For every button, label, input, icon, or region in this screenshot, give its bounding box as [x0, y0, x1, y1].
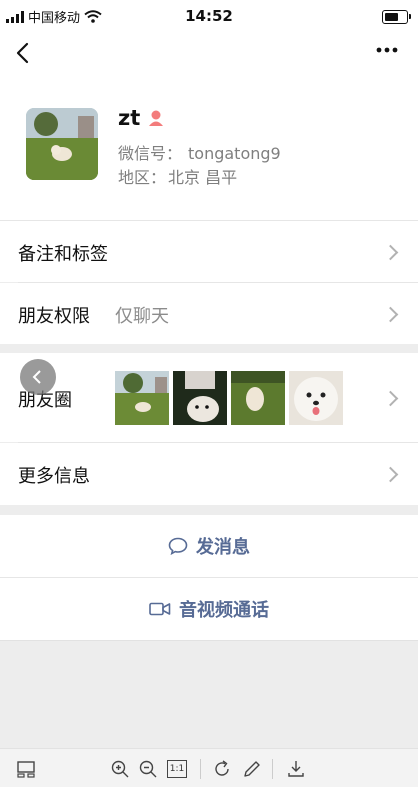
moments-row[interactable]: 朋友圈 [0, 353, 418, 442]
battery-level [385, 13, 398, 21]
friend-permission-value: 仅聊天 [115, 306, 169, 327]
chevron-right-icon [382, 390, 399, 407]
divider [0, 640, 418, 641]
pen-icon[interactable] [242, 759, 262, 779]
zoom-out-icon[interactable] [138, 759, 158, 779]
actual-size-icon[interactable]: 1:1 [167, 760, 187, 778]
dog-photo-icon [26, 108, 98, 180]
floating-back-button[interactable] [20, 359, 56, 395]
viewer-toolbar: 1:1 [0, 748, 418, 787]
dog-photo-icon [231, 371, 285, 425]
video-camera-icon [149, 602, 171, 616]
more-info-row[interactable]: 更多信息 [0, 443, 418, 505]
region: 地区： 北京 昌平 [118, 164, 237, 188]
chevron-right-icon [382, 466, 399, 483]
send-message-button[interactable]: 发消息 [0, 515, 418, 577]
remark-tags-label: 备注和标签 [18, 244, 108, 265]
dog-photo-icon [115, 371, 169, 425]
back-chevron-icon[interactable] [15, 42, 31, 64]
status-time: 14:52 [185, 7, 233, 25]
video-call-label: 音视频通话 [179, 600, 269, 621]
battery-icon [382, 10, 411, 24]
status-bar: 中国移动 14:52 [0, 0, 418, 34]
moments-photo-4 [289, 371, 343, 425]
profile-header: zt 微信号： tongatong9 地区： 北京 昌平 [0, 84, 418, 220]
dog-photo-icon [289, 371, 343, 425]
more-info-label: 更多信息 [18, 466, 90, 487]
wechat-id: 微信号： tongatong9 [118, 140, 281, 164]
wechat-id-value: tongatong9 [188, 144, 281, 163]
chevron-left-icon [32, 370, 41, 384]
download-icon[interactable] [286, 759, 306, 779]
contact-name: zt [118, 106, 141, 130]
moments-photo-3 [231, 371, 285, 425]
zoom-in-icon[interactable] [110, 759, 130, 779]
dog-photo-icon [173, 371, 227, 425]
female-icon [149, 110, 163, 126]
chevron-right-icon [382, 306, 399, 323]
region-label: 地区： [118, 168, 167, 187]
friend-permission-row[interactable]: 朋友权限 仅聊天 [0, 283, 418, 344]
moments-photo-1 [115, 371, 169, 425]
rotate-icon[interactable] [212, 759, 232, 779]
more-dots-icon[interactable] [376, 47, 398, 53]
chevron-right-icon [382, 244, 399, 261]
toolbar-separator [200, 759, 201, 779]
moments-photo-2 [173, 371, 227, 425]
chat-bubble-icon [168, 537, 188, 555]
wechat-id-label: 微信号： [118, 144, 183, 163]
send-message-label: 发消息 [196, 537, 250, 558]
panel-icon[interactable] [16, 759, 36, 779]
avatar[interactable] [26, 108, 98, 180]
region-value: 北京 昌平 [168, 168, 238, 187]
video-call-button[interactable]: 音视频通话 [0, 578, 418, 640]
friend-permission-label: 朋友权限 [18, 306, 90, 327]
remark-tags-row[interactable]: 备注和标签 [0, 221, 418, 282]
toolbar-separator [272, 759, 273, 779]
nav-bar [0, 34, 418, 84]
